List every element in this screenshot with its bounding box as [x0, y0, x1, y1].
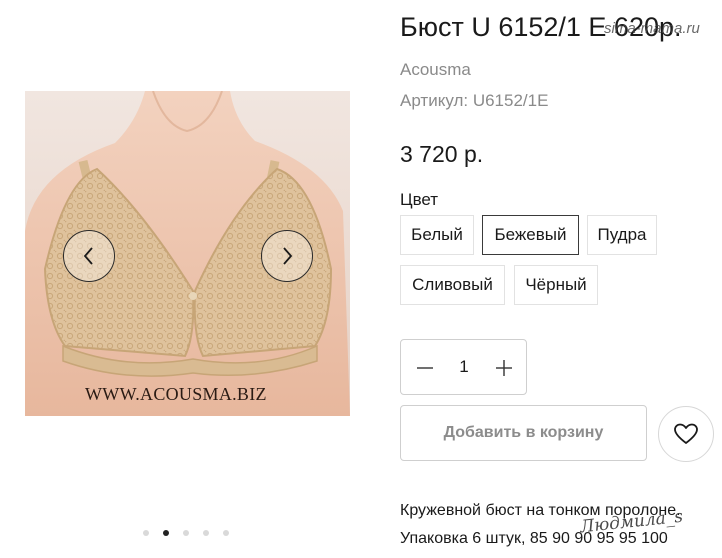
gallery-next-button[interactable]: [261, 230, 313, 282]
color-option-powder[interactable]: Пудра: [587, 215, 657, 255]
chevron-left-icon: [83, 247, 93, 265]
site-watermark: sima-mama.ru: [604, 20, 700, 37]
chevron-right-icon: [283, 247, 293, 265]
gallery-dot[interactable]: [183, 530, 189, 536]
color-option-beige[interactable]: Бежевый: [482, 215, 579, 255]
color-option-white[interactable]: Белый: [400, 215, 474, 255]
gallery-dot[interactable]: [203, 530, 209, 536]
image-watermark: WWW.ACOUSMA.BIZ: [85, 384, 267, 404]
product-sku: Артикул: U6152/1E: [400, 91, 549, 110]
color-option-plum[interactable]: Сливовый: [400, 265, 505, 305]
quantity-stepper: 1: [400, 339, 527, 395]
gallery-dot-active[interactable]: [163, 530, 169, 536]
quantity-increase-button[interactable]: [490, 354, 518, 382]
color-label: Цвет: [400, 190, 439, 209]
gallery-dot[interactable]: [223, 530, 229, 536]
quantity-decrease-button[interactable]: [411, 354, 439, 382]
description-line: Упаковка 6 штук, 85 90 90 95 95 100: [400, 530, 668, 547]
add-to-cart-button[interactable]: Добавить в корзину: [400, 405, 647, 461]
product-brand[interactable]: Acousma: [400, 60, 471, 80]
gallery-prev-button[interactable]: [63, 230, 115, 282]
product-price: 3 720 р.: [400, 141, 484, 167]
gallery-dot[interactable]: [143, 530, 149, 536]
heart-icon: [674, 423, 698, 444]
quantity-value[interactable]: 1: [451, 357, 477, 377]
color-option-black[interactable]: Чёрный: [514, 265, 598, 305]
favorite-button[interactable]: [658, 406, 714, 462]
plus-icon: [496, 360, 512, 376]
minus-icon: [417, 367, 433, 369]
gallery-pagination: [143, 530, 229, 536]
product-image-gallery[interactable]: WWW.ACOUSMA.BIZ: [25, 91, 350, 416]
